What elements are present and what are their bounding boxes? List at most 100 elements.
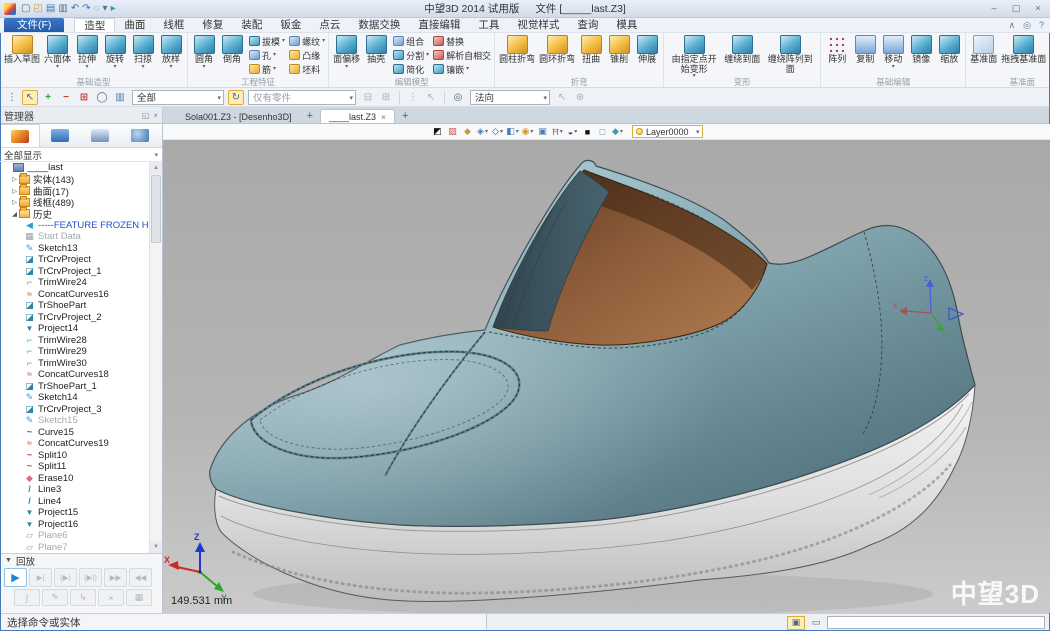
manager-tab-assembly[interactable] [40, 124, 80, 147]
redo-icon[interactable]: ↷ [82, 3, 90, 15]
water-effect-icon[interactable]: ◆ [611, 125, 624, 138]
open-file-icon[interactable]: ◰ [33, 3, 42, 15]
background-black-icon[interactable]: ■ [581, 125, 594, 138]
shade-mode-icon[interactable]: ◧ [506, 125, 519, 138]
ribbon-button[interactable]: 扭曲 [577, 34, 605, 66]
float-panel-icon[interactable]: ◱ [142, 111, 150, 120]
ribbon-button[interactable]: 放样 ▾ [157, 34, 185, 71]
tree-item[interactable]: ConcatCurves19 [0, 438, 149, 450]
ribbon-button[interactable]: 替换 [432, 34, 492, 48]
ribbon-button[interactable]: 解析自相交 [432, 48, 492, 62]
ribbon-button[interactable]: 伸展 [633, 34, 661, 66]
ribbon-button[interactable]: 扫掠 ▾ [129, 34, 157, 71]
scope-filter-select[interactable]: 仅有零件 [248, 90, 356, 105]
3d-viewport[interactable]: Z X Y Z X Y [163, 140, 1050, 613]
ribbon-tab[interactable]: 线框 [154, 18, 193, 32]
ribbon-tab[interactable]: 造型 [74, 18, 115, 32]
ribbon-button[interactable]: 圆环折弯 [537, 34, 577, 66]
ribbon-tab[interactable]: 直接编辑 [409, 18, 469, 32]
ribbon-button[interactable]: 筋 ▾ [248, 62, 286, 76]
ribbon-button[interactable]: 复制 [851, 34, 879, 66]
save-file-icon[interactable]: ▤ [46, 3, 55, 15]
manager-tab-visual[interactable] [80, 124, 120, 147]
document-tab-last[interactable]: ____last.Z3× [320, 109, 395, 123]
scrollbar-thumb[interactable] [151, 175, 161, 243]
pick-cursor-icon[interactable]: ↖ [22, 90, 38, 105]
color-filter-icon[interactable]: ▥ [112, 90, 128, 105]
tree-item[interactable]: Plane7 [0, 542, 149, 554]
restore-button[interactable]: ▢ [1008, 3, 1024, 14]
replay-button[interactable]: (▶) [54, 568, 77, 587]
ribbon-button[interactable]: 螺纹 ▾ [288, 34, 326, 48]
app-logo-icon[interactable] [4, 3, 16, 15]
ribbon-button[interactable]: 坯料 [288, 62, 326, 76]
tree-item[interactable]: TrCrvProject_2 [0, 312, 149, 324]
document-tab-sola001[interactable]: Sola001.Z3 - [Desenho3D] [177, 110, 300, 123]
link-off-icon[interactable]: ⊟ [360, 90, 376, 105]
ribbon-tab[interactable]: 视觉样式 [508, 18, 568, 32]
section-view-icon[interactable]: Ħ [551, 125, 564, 138]
tree-item[interactable]: Split11 [0, 461, 149, 473]
pick-point-icon[interactable]: ↖ [554, 90, 570, 105]
link-on-icon[interactable]: ⊞ [378, 90, 394, 105]
replay-edit-button[interactable]: ✎ [42, 589, 68, 606]
close-tab-icon[interactable]: × [381, 112, 386, 122]
tree-item[interactable]: Line3 [0, 484, 149, 496]
tree-item[interactable]: Line4 [0, 496, 149, 508]
ribbon-button[interactable]: 锥削 [605, 34, 633, 66]
ribbon-button[interactable]: 插入草图 [2, 34, 42, 66]
prompt-history-icon[interactable]: ▭ [807, 616, 825, 630]
tree-item[interactable]: Sketch15 [0, 415, 149, 427]
file-menu-button[interactable]: 文件(F) [4, 18, 64, 32]
animate-view-icon[interactable]: ◩ [431, 125, 444, 138]
regen-icon[interactable]: ◌ [94, 3, 100, 15]
tree-item[interactable]: TrCrvProject_3 [0, 404, 149, 416]
close-button[interactable]: × [1030, 3, 1046, 14]
ribbon-tab[interactable]: 点云 [310, 18, 349, 32]
layer-visibility-icon[interactable] [636, 128, 643, 135]
tree-item[interactable]: Curve15 [0, 427, 149, 439]
ribbon-button[interactable]: 简化 [392, 62, 430, 76]
ribbon-button[interactable]: 六面体 ▾ [42, 34, 73, 71]
close-panel-icon[interactable]: × [153, 111, 158, 120]
orientation-select[interactable]: 法向 [470, 90, 550, 105]
replay-button[interactable]: ◀◀ [129, 568, 152, 587]
wireframe-icon[interactable]: ◇ [491, 125, 504, 138]
ribbon-tab[interactable]: 曲面 [115, 18, 154, 32]
ribbon-button[interactable]: 由指定点开始变形 ▾ [666, 34, 722, 80]
tree-item[interactable]: TrimWire28 [0, 335, 149, 347]
tree-item[interactable]: ConcatCurves16 [0, 289, 149, 301]
ribbon-button[interactable]: 缩放 [935, 34, 963, 66]
help-icon[interactable]: ? [1039, 18, 1044, 33]
collapse-ribbon-icon[interactable]: ∧ [1009, 18, 1016, 33]
ribbon-tab[interactable]: 修复 [193, 18, 232, 32]
snap-settings-icon[interactable]: ⊕ [572, 90, 588, 105]
replay-button[interactable]: ▶ [4, 568, 27, 587]
ribbon-button[interactable]: 阵列 [823, 34, 851, 66]
undo-icon[interactable]: ↶ [71, 3, 79, 15]
orientation-icon[interactable]: ◎ [450, 90, 466, 105]
ribbon-button[interactable]: 拉伸 ▾ [73, 34, 101, 71]
ribbon-tab[interactable]: 模具 [607, 18, 646, 32]
ribbon-button[interactable]: 缠绕到面 [722, 34, 762, 66]
expander-icon[interactable]: ▷ [10, 187, 19, 195]
ribbon-button[interactable]: 移动 ▾ [879, 34, 907, 71]
new-file-icon[interactable]: ▢ [21, 3, 30, 15]
tree-item[interactable]: Project16 [0, 519, 149, 531]
replay-edit-button[interactable]: ∫ [14, 589, 40, 606]
tree-item[interactable]: ◢ 历史 [0, 208, 149, 220]
command-input[interactable] [827, 616, 1045, 629]
qat-dropdown-icon[interactable]: ▾ [103, 3, 108, 15]
manager-tab-history[interactable] [0, 124, 40, 147]
ribbon-button[interactable]: 拔模 ▾ [248, 34, 286, 48]
add-selection-icon[interactable]: + [40, 90, 56, 105]
lasso-icon[interactable]: ◯ [94, 90, 110, 105]
ribbon-button[interactable]: 旋转 ▾ [101, 34, 129, 71]
print-icon[interactable]: ▥ [58, 3, 67, 15]
scroll-down-icon[interactable]: ▼ [150, 541, 162, 553]
ribbon-tab[interactable]: 数据交换 [349, 18, 409, 32]
scroll-up-icon[interactable]: ▲ [150, 162, 162, 174]
replay-button[interactable]: ▶▶ [104, 568, 127, 587]
tree-scrollbar[interactable]: ▲ ▼ [149, 162, 162, 553]
tree-item[interactable]: TrimWire24 [0, 277, 149, 289]
